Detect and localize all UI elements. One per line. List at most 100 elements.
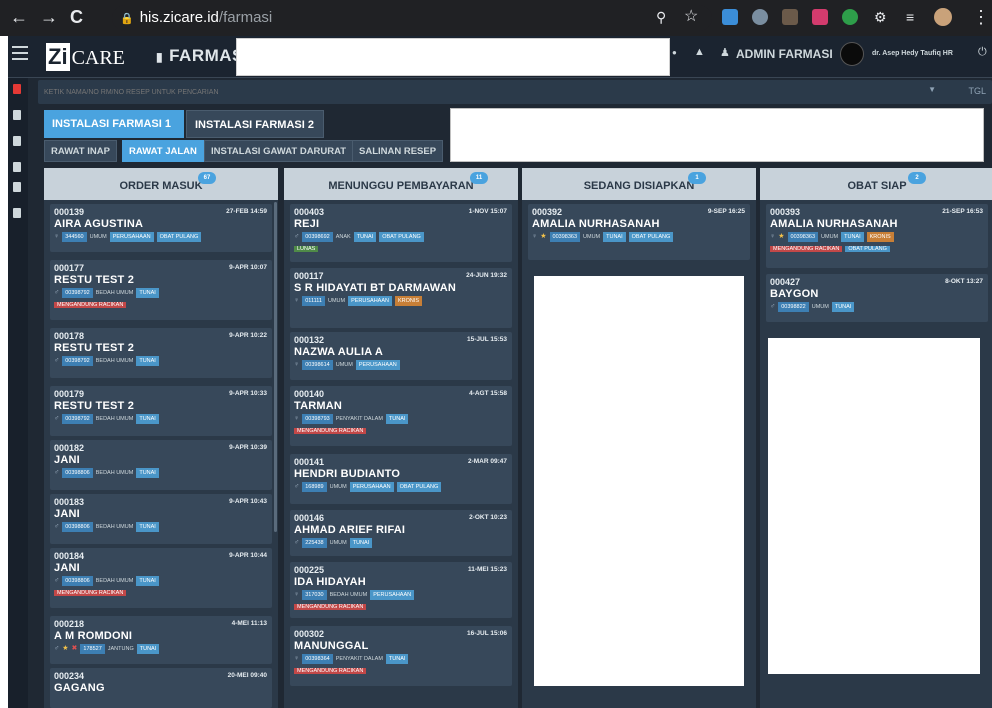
tab-rawat-jalan[interactable]: RAWAT JALAN: [122, 140, 204, 162]
forward-icon[interactable]: →: [40, 7, 58, 27]
order-datetime: 16-JUL 15:06: [467, 630, 507, 637]
order-card[interactable]: 000403 1-NOV 15:07 REJI ♂ 00398692 ANAK TUNAI O…: [290, 204, 512, 262]
avatar[interactable]: [840, 42, 864, 66]
sidebar-item-icon-3[interactable]: [13, 136, 21, 146]
count-badge: 2: [908, 172, 926, 184]
order-datetime: 1-NOV 15:07: [468, 208, 507, 215]
order-card[interactable]: 000234 20-MEI 09:40 GAGANG: [50, 668, 272, 708]
column-title: MENUNGGU PEMBAYARAN: [328, 180, 474, 192]
tag-row: ♂ 00398806 BEDAH UMUM TUNAI: [54, 576, 268, 586]
order-card[interactable]: 000225 11-MEI 15:23 IDA HIDAYAH ♀ 317030 BEDA…: [290, 562, 512, 618]
extension-icon-5[interactable]: [842, 9, 858, 25]
order-card[interactable]: 000141 2-MAR 09:47 HENDRI BUDIANTO ♂ 168989 U…: [290, 454, 512, 504]
sidebar-item-icon-2[interactable]: [13, 110, 21, 120]
order-card[interactable]: 000393 21-SEP 16:53 AMALIA NURHASANAH ♀ ★ 003…: [766, 204, 988, 268]
extension-icon-2[interactable]: [752, 9, 768, 25]
patient-name: GAGANG: [54, 682, 105, 694]
sidebar-item-icon-4[interactable]: [13, 162, 21, 172]
medical-record-number: 00398692: [302, 232, 333, 242]
logo-zi: Zi: [46, 43, 70, 71]
payment-badge: PERUSAHAAN: [109, 232, 154, 242]
order-datetime: 20-MEI 09:40: [227, 672, 267, 679]
order-card[interactable]: 000132 15-JUL 15:53 NAZWA AULIA A ♀ 00398614…: [290, 332, 512, 380]
tag-row-2: MENGANDUNG RACIKAN: [54, 300, 268, 310]
zoom-icon[interactable]: ⚲: [656, 7, 666, 27]
racikan-badge: MENGANDUNG RACIKAN: [294, 668, 367, 674]
reload-icon[interactable]: C: [70, 7, 83, 27]
patient-name: HENDRI BUDIANTO: [294, 468, 401, 480]
tab-instalasi-gawat-darurat[interactable]: INSTALASI GAWAT DARURAT: [204, 140, 354, 162]
order-card[interactable]: 000139 27-FEB 14:59 AIRA AGUSTINA ♀ 344560 UM…: [50, 204, 272, 252]
count-badge: 67: [198, 172, 216, 184]
tag-row: ♀ ★ 00398363 UMUM TUNAI KRONIS: [770, 232, 984, 242]
patient-name: RESTU TEST 2: [54, 274, 135, 286]
racikan-badge: MENGANDUNG RACIKAN: [294, 428, 367, 434]
allergy-icon: ✖: [71, 645, 78, 652]
patient-name: AHMAD ARIEF RIFAI: [294, 524, 406, 536]
lunas-badge: LUNAS: [294, 246, 319, 252]
medical-record-number: 00398806: [62, 522, 93, 532]
scrollbar[interactable]: [274, 202, 277, 532]
order-card[interactable]: 000146 2-OKT 10:23 AHMAD ARIEF RIFAI ♂ 22543…: [290, 510, 512, 556]
profile-avatar-icon[interactable]: [934, 8, 952, 26]
tag-row: ♂ 00398792 BEDAH UMUM TUNAI: [54, 288, 268, 298]
back-icon[interactable]: ←: [10, 7, 28, 27]
order-datetime: 9-APR 10:07: [229, 264, 267, 271]
clinic-label: BEDAH UMUM: [95, 290, 134, 296]
sidebar-item-icon-5[interactable]: [13, 182, 21, 192]
discharge-badge: OBAT PULANG: [396, 482, 442, 492]
column-header: OBAT SIAP 2: [760, 168, 992, 200]
browser-toolbar: ← → C 🔒 his.zicare.id/farmasi ⚲ ☆ ⚙ ≡ ⋮: [0, 0, 992, 36]
hamburger-menu-icon[interactable]: [12, 46, 28, 64]
extension-icon-1[interactable]: [722, 9, 738, 25]
order-card[interactable]: 000218 4-MEI 11:13 A M ROMDONI ♂ ★ ✖ 178527 JAN…: [50, 616, 272, 664]
payment-badge: TUNAI: [136, 576, 159, 586]
address-bar[interactable]: 🔒 his.zicare.id/farmasi: [112, 5, 712, 31]
order-card[interactable]: 000177 9-APR 10:07 RESTU TEST 2 ♂ 00398792 BE…: [50, 260, 272, 320]
patient-name: TARMAN: [294, 400, 343, 412]
tab-instalasi-farmasi-2[interactable]: INSTALASI FARMASI 2: [186, 110, 324, 138]
settings-icon[interactable]: ●: [672, 48, 677, 57]
order-card[interactable]: 000392 9-SEP 16:25 AMALIA NURHASANAH ♀ ★ 0039…: [528, 204, 750, 260]
tab-instalasi-farmasi-1[interactable]: INSTALASI FARMASI 1: [44, 110, 184, 138]
racikan-badge: MENGANDUNG RACIKAN: [294, 604, 367, 610]
extension-icon-3[interactable]: [782, 9, 798, 25]
order-card[interactable]: 000182 9-APR 10:39 JANI ♂ 00398806 BEDAH UMUM…: [50, 440, 272, 490]
discharge-badge: OBAT PULANG: [156, 232, 202, 242]
dropdown-caret-icon[interactable]: ▼: [928, 85, 936, 94]
order-card[interactable]: 000178 9-APR 10:22 RESTU TEST 2 ♂ 00398792 BE…: [50, 328, 272, 378]
power-icon[interactable]: ⏻: [978, 46, 987, 59]
sidebar-item-icon-6[interactable]: [13, 208, 21, 218]
search-input[interactable]: [44, 83, 904, 101]
order-card[interactable]: 000427 8-OKT 13:27 BAYGON ♂ 00398822 UMUM TUNA…: [766, 274, 988, 322]
column-header: SEDANG DISIAPKAN 1: [522, 168, 756, 200]
zicare-logo: Zi CARE: [46, 42, 125, 72]
user-area: ● ▲ ♟ ADMIN FARMASI dr. Asep Hedy Taufiq…: [672, 42, 992, 68]
extensions-puzzle-icon[interactable]: ⚙: [874, 7, 887, 27]
male-icon: ♂: [294, 483, 300, 490]
order-card[interactable]: 000183 9-APR 10:43 JANI ♂ 00398806 BEDAH UMUM…: [50, 494, 272, 544]
tab-rawat-inap[interactable]: RAWAT INAP: [44, 140, 117, 162]
order-card[interactable]: 000302 16-JUL 15:06 MANUNGGAL ♀ 00398364 PENY…: [290, 626, 512, 686]
browser-menu-icon[interactable]: ⋮: [972, 7, 990, 27]
bookmark-star-icon[interactable]: ☆: [684, 7, 698, 27]
order-card[interactable]: 000117 24-JUN 19:32 S R HIDAYATI BT DARMAW…: [290, 268, 512, 328]
column-header: MENUNGGU PEMBAYARAN 11: [284, 168, 518, 200]
clinic-label: BEDAH UMUM: [95, 358, 134, 364]
empty-panel: [768, 338, 980, 674]
order-card[interactable]: 000184 9-APR 10:44 JANI ♂ 00398806 BEDAH UMUM…: [50, 548, 272, 608]
clinic-label: BEDAH UMUM: [95, 416, 134, 422]
sidebar-item-icon-1[interactable]: [13, 84, 21, 94]
order-card[interactable]: 000140 4-AGT 15:58 TARMAN ♀ 00398793 PENYAKIT…: [290, 386, 512, 446]
bell-icon[interactable]: ▲: [694, 46, 705, 58]
pharmacy-icon: ▮: [156, 50, 164, 64]
date-filter[interactable]: TGL: [968, 86, 986, 96]
tag-row-2: MENGANDUNG RACIKAN: [294, 666, 508, 676]
reading-list-icon[interactable]: ≡: [906, 7, 914, 27]
extension-icon-4[interactable]: [812, 9, 828, 25]
tag-row-2: MENGANDUNG RACIKAN: [294, 602, 508, 612]
order-card[interactable]: 000179 9-APR 10:33 RESTU TEST 2 ♂ 00398792 BE…: [50, 386, 272, 436]
tab-salinan-resep[interactable]: SALINAN RESEP: [352, 140, 444, 162]
medical-record-number: 00398792: [62, 414, 93, 424]
column-obat-siap: OBAT SIAP 2 000393 21-SEP 16:53 AMALIA NURH…: [760, 168, 992, 708]
